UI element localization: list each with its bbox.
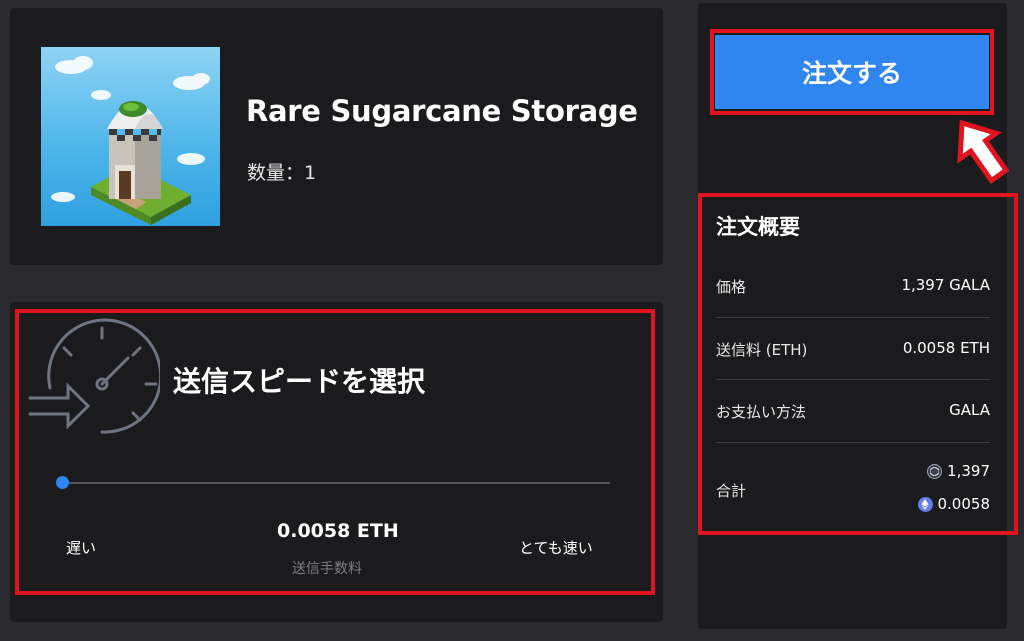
total-gala: 1,397 [927, 462, 990, 480]
eth-coin-icon [917, 496, 933, 512]
speed-slider-handle[interactable] [56, 476, 69, 489]
summary-row-price: 価格 1,397 GALA [716, 255, 990, 318]
total-eth-value: 0.0058 [937, 495, 991, 513]
item-title: Rare Sugarcane Storage [246, 94, 638, 128]
item-quantity: 数量：1 [247, 162, 317, 184]
payment-value: GALA [949, 401, 990, 419]
gala-coin-icon [927, 463, 943, 479]
summary-title: 注文概要 [716, 215, 800, 239]
fee-caption: 送信手数料 [292, 561, 362, 577]
item-card: Rare Sugarcane Storage 数量：1 [10, 8, 663, 265]
total-label: 合計 [716, 482, 747, 500]
speed-title: 送信スピードを選択 [173, 365, 426, 398]
item-thumbnail [41, 47, 220, 226]
fee-value: 0.0058 ETH [277, 520, 399, 542]
place-order-button[interactable]: 注文する [715, 35, 989, 109]
total-eth: 0.0058 [917, 495, 991, 513]
fast-label: とても速い [519, 539, 593, 557]
summary-row-total: 合計 1,397 0.0058 [716, 442, 990, 522]
summary-row-payment: お支払い方法 GALA [716, 379, 990, 443]
total-gala-value: 1,397 [947, 462, 990, 480]
speed-card: 送信スピードを選択 遅い 0.0058 ETH 送信手数料 とても速い [10, 302, 663, 622]
slow-label: 遅い [66, 539, 97, 557]
fee-row-value: 0.0058 ETH [902, 339, 990, 357]
speedometer-icon [28, 318, 160, 434]
fee-label: 送信料 (ETH) [716, 341, 808, 359]
payment-label: お支払い方法 [716, 403, 807, 421]
arrow-up-icon [957, 119, 1009, 185]
order-sidebar: 注文する 注文概要 価格 1,397 GALA 送信料 (ETH) 0.0058… [698, 3, 1018, 629]
price-label: 価格 [716, 278, 747, 296]
price-value: 1,397 GALA [901, 276, 990, 294]
speed-slider-track[interactable] [62, 482, 610, 484]
summary-row-fee: 送信料 (ETH) 0.0058 ETH [716, 317, 990, 380]
